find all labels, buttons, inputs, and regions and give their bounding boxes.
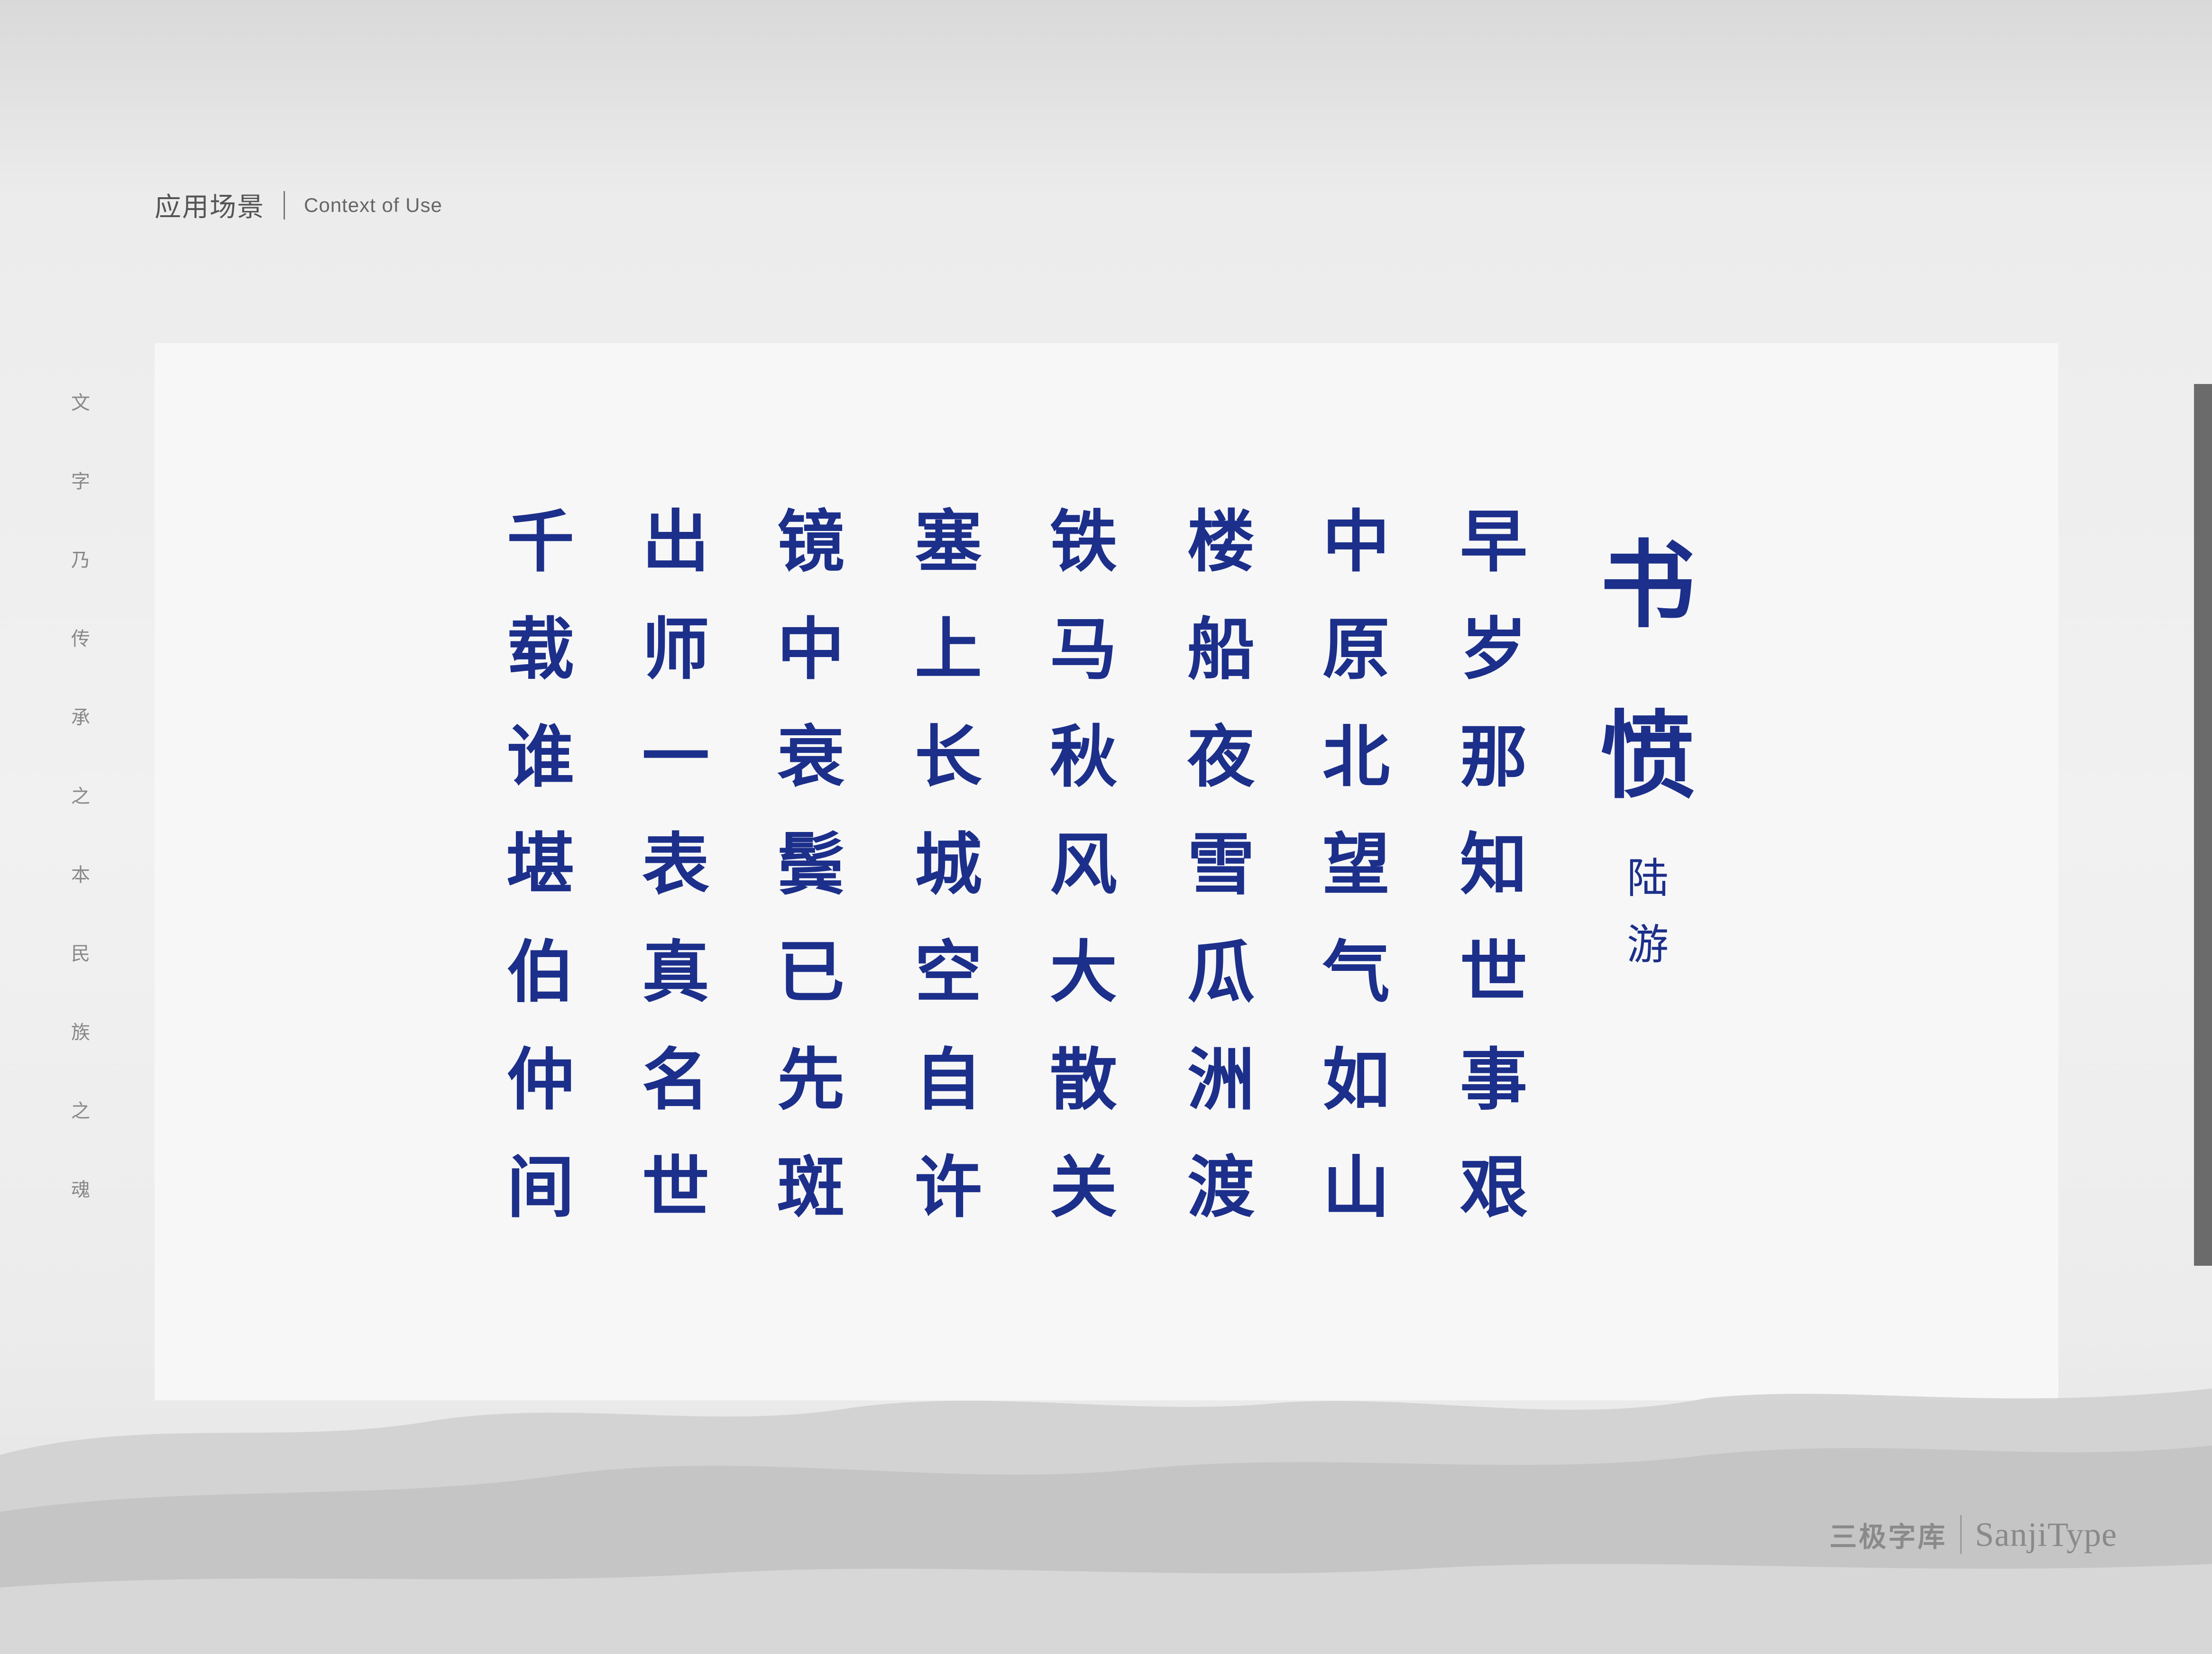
side-char: 魂 — [71, 1179, 90, 1201]
poem-char: 出 — [642, 503, 709, 581]
poem-char: 表 — [642, 825, 709, 904]
poem-char: 马 — [1050, 610, 1117, 689]
side-char: 文 — [71, 392, 90, 414]
poem-char: 空 — [915, 933, 982, 1012]
poem-title-char: 书 — [1600, 530, 1695, 641]
scrollbar[interactable] — [2194, 384, 2212, 1266]
section-title-en: Context of Use — [304, 193, 442, 216]
poem-char: 师 — [642, 610, 709, 689]
poem-title-char: 愤 — [1600, 700, 1695, 812]
poem-char: 如 — [1322, 1041, 1390, 1119]
poem-char: 上 — [915, 610, 982, 689]
poem-char: 千 — [507, 503, 574, 581]
poem-char: 事 — [1460, 1041, 1527, 1119]
poem-char: 中 — [1322, 503, 1390, 581]
poem-char: 自 — [915, 1041, 982, 1119]
poem-char: 瓜 — [1187, 933, 1255, 1012]
poem-char: 塞 — [915, 503, 982, 581]
side-char: 字 — [71, 471, 90, 493]
poem-column: 中 原 北 望 气 如 山 — [1313, 488, 1399, 1242]
poem-char: 许 — [915, 1148, 982, 1227]
poem-char: 船 — [1187, 610, 1255, 689]
poem-char: 铁 — [1050, 503, 1117, 581]
poem-char: 早 — [1460, 503, 1527, 581]
poem-char: 岁 — [1460, 610, 1527, 689]
poem-char: 望 — [1322, 825, 1390, 904]
poem-char: 世 — [642, 1148, 709, 1227]
poem-char: 艰 — [1460, 1148, 1527, 1227]
side-char: 承 — [71, 707, 90, 729]
poem-char: 谁 — [507, 718, 574, 796]
poem-char: 真 — [642, 933, 709, 1012]
poem-char: 名 — [642, 1041, 709, 1119]
poem-column: 塞 上 长 城 空 自 许 — [906, 488, 991, 1242]
poem-char: 秋 — [1050, 718, 1117, 796]
poem-char: 仲 — [507, 1041, 574, 1119]
section-header: 应用场景 Context of Use — [155, 186, 442, 224]
poem-column: 早 岁 那 知 世 事 艰 — [1451, 488, 1536, 1242]
poem-title-block: 书 愤 陆 游 — [1593, 500, 1702, 978]
poem-char: 中 — [777, 610, 844, 689]
poem-char: 气 — [1322, 933, 1390, 1012]
poem-char: 洲 — [1187, 1041, 1255, 1119]
poem-char: 风 — [1050, 825, 1117, 904]
brand-name-zh: 三极字库 — [1829, 1521, 1947, 1553]
poem-char: 斑 — [777, 1148, 844, 1227]
side-char: 传 — [71, 628, 90, 650]
poem-author: 陆 游 — [1627, 845, 1669, 978]
poem-char: 楼 — [1187, 503, 1255, 581]
poem-char: 雪 — [1187, 825, 1255, 904]
poem-char: 北 — [1322, 718, 1390, 796]
poem-char: 一 — [642, 718, 709, 796]
poem-char: 镜 — [777, 503, 844, 581]
section-title-zh: 应用场景 — [155, 192, 265, 223]
poem-column: 镜 中 衰 鬓 已 先 斑 — [768, 488, 854, 1242]
poem-char: 大 — [1050, 933, 1117, 1012]
footer-divider — [1960, 1515, 1962, 1554]
poem-char: 关 — [1050, 1148, 1117, 1227]
side-char: 民 — [71, 943, 90, 965]
poem-column: 铁 马 秋 风 大 散 关 — [1041, 488, 1126, 1242]
poem-char: 散 — [1050, 1041, 1117, 1119]
side-char: 本 — [71, 864, 90, 886]
poem-char: 已 — [777, 933, 844, 1012]
author-char: 游 — [1626, 920, 1669, 969]
side-vertical-text: 文 字 乃 传 承 之 本 民 族 之 魂 — [69, 389, 92, 1254]
poem-char: 长 — [915, 718, 982, 796]
poem-column: 楼 船 夜 雪 瓜 洲 渡 — [1178, 488, 1264, 1242]
brand-name-en: SanjiType — [1975, 1515, 2117, 1553]
poem-char: 世 — [1460, 933, 1527, 1012]
poem-char: 夜 — [1187, 718, 1255, 796]
header-divider — [284, 191, 285, 219]
poem-char: 原 — [1322, 610, 1390, 689]
poem-char: 山 — [1322, 1148, 1390, 1227]
poem-char: 衰 — [777, 718, 844, 796]
poem-char: 伯 — [507, 933, 574, 1012]
poem-column: 出 师 一 表 真 名 世 — [633, 488, 718, 1242]
side-char: 之 — [71, 1100, 90, 1122]
side-char: 之 — [71, 786, 90, 807]
brand-footer: 三极字库 SanjiType — [1829, 1515, 2117, 1554]
poem-column: 千 载 谁 堪 伯 仲 间 — [498, 488, 583, 1242]
poem-char: 知 — [1460, 825, 1527, 904]
author-char: 陆 — [1626, 854, 1669, 903]
poem-char: 载 — [507, 610, 574, 689]
poem-char: 那 — [1460, 718, 1527, 796]
poem-char: 城 — [915, 825, 982, 904]
poem-char: 堪 — [507, 825, 574, 904]
side-char: 乃 — [71, 549, 90, 571]
poem-char: 先 — [777, 1041, 844, 1119]
side-char: 族 — [71, 1022, 90, 1043]
poem-char: 渡 — [1187, 1148, 1255, 1227]
poem-char: 间 — [507, 1148, 574, 1227]
poem-char: 鬓 — [777, 825, 844, 904]
